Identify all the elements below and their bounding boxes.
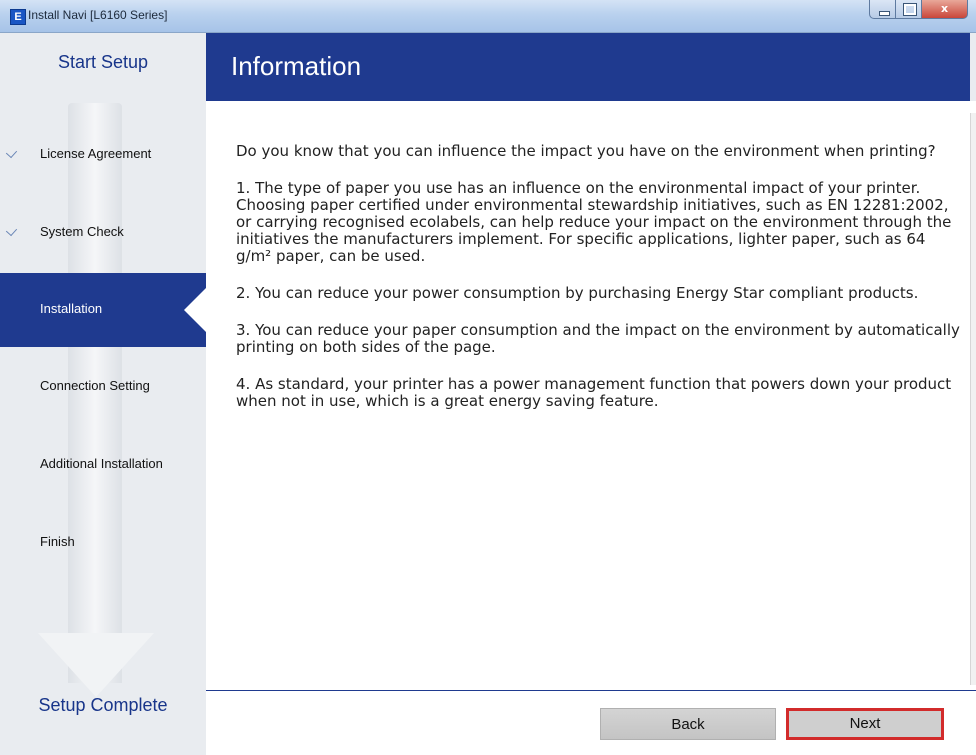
paragraph-duplex: 3. You can reduce your paper consumption… <box>236 321 960 356</box>
setup-sidebar: Start Setup License Agreement System Che… <box>0 33 206 755</box>
paragraph-paper: 1. The type of paper you use has an infl… <box>236 179 952 265</box>
minimize-button[interactable] <box>869 0 896 19</box>
step-label: License Agreement <box>40 146 152 161</box>
checkmark-icon <box>5 146 18 159</box>
paragraph-power: 2. You can reduce your power consumption… <box>236 284 919 302</box>
information-text: Do you know that you can influence the i… <box>236 143 961 430</box>
start-setup-label: Start Setup <box>57 52 149 72</box>
close-button[interactable]: x <box>922 0 968 19</box>
scrollbar[interactable] <box>970 113 976 685</box>
header-edge <box>970 33 976 101</box>
step-label: System Check <box>40 224 124 239</box>
step-system-check: System Check <box>0 218 206 248</box>
step-additional-installation: Additional Installation <box>0 450 206 480</box>
window-title: Install Navi [L6160 Series] <box>28 8 168 22</box>
page-header: Information <box>206 33 976 101</box>
step-label: Connection Setting <box>40 378 150 393</box>
checkmark-icon <box>5 224 18 237</box>
app-icon: E <box>10 9 26 25</box>
paragraph-intro: Do you know that you can influence the i… <box>236 142 936 160</box>
footer-divider <box>206 690 976 691</box>
paragraph-power-management: 4. As standard, your printer has a power… <box>236 375 952 410</box>
close-icon: x <box>940 2 949 15</box>
setup-complete-label: Setup Complete <box>38 695 168 715</box>
back-button[interactable]: Back <box>600 708 776 740</box>
window-controls: x <box>869 0 968 20</box>
step-label: Finish <box>40 534 75 549</box>
step-installation-current: Installation <box>0 273 206 347</box>
step-license-agreement: License Agreement <box>0 140 206 170</box>
step-label: Additional Installation <box>40 456 163 471</box>
next-button[interactable]: Next <box>786 708 944 740</box>
progress-arrow-head <box>38 633 154 697</box>
title-bar: E Install Navi [L6160 Series] x <box>0 0 976 33</box>
current-step-pointer-icon <box>184 288 206 332</box>
maximize-button[interactable] <box>896 0 922 19</box>
page-title: Information <box>231 51 362 81</box>
step-connection-setting: Connection Setting <box>0 372 206 402</box>
step-finish: Finish <box>0 528 206 558</box>
step-label: Installation <box>40 301 103 316</box>
